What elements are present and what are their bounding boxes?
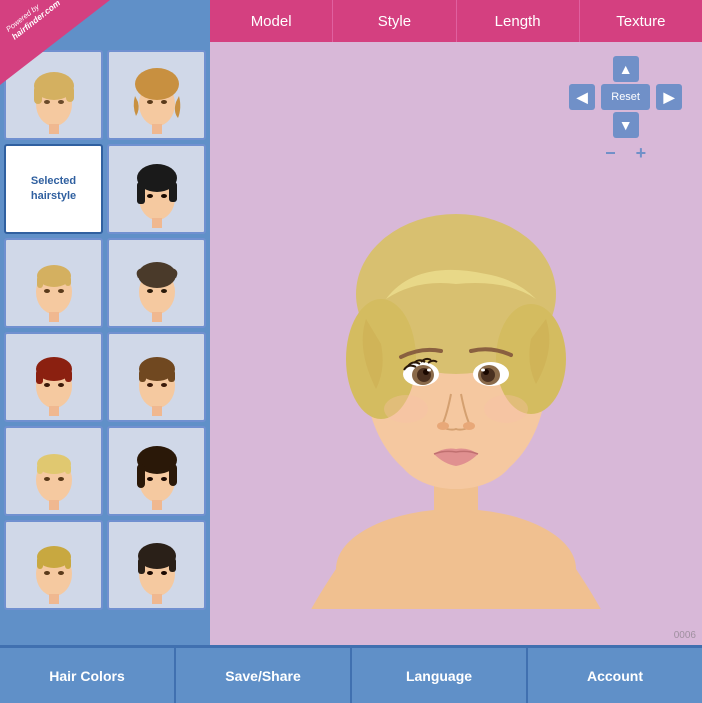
- hairstyle-thumb-3-selected[interactable]: Selected hairstyle: [4, 144, 103, 234]
- hairstyle-thumb-6[interactable]: [107, 238, 206, 328]
- hairstyle-thumb-7[interactable]: [4, 332, 103, 422]
- hairstyle-thumb-4[interactable]: [107, 144, 206, 234]
- reset-button[interactable]: Reset: [601, 84, 650, 110]
- image-number: 0006: [674, 630, 696, 641]
- hair-colors-button[interactable]: Hair Colors: [0, 648, 176, 703]
- selected-label-line2: hairstyle: [31, 189, 76, 204]
- hairstyle-thumb-12[interactable]: [107, 520, 206, 610]
- hairstyle-thumb-10[interactable]: [107, 426, 206, 516]
- zoom-out-button[interactable]: −: [605, 144, 616, 162]
- nav-left-arrow[interactable]: ◀: [569, 84, 595, 110]
- language-button[interactable]: Language: [352, 648, 528, 703]
- hairstyle-thumb-11[interactable]: [4, 520, 103, 610]
- sidebar: Powered by hairfinder.com: [0, 0, 210, 645]
- zoom-in-button[interactable]: +: [636, 144, 647, 162]
- save-share-button[interactable]: Save/Share: [176, 648, 352, 703]
- hairstyle-thumb-8[interactable]: [107, 332, 206, 422]
- hairstyle-thumb-5[interactable]: [4, 238, 103, 328]
- nav-style[interactable]: Style: [333, 0, 456, 42]
- nav-down-arrow[interactable]: ▼: [613, 112, 639, 138]
- top-navigation: Model Style Length Texture: [210, 0, 702, 42]
- nav-model[interactable]: Model: [210, 0, 333, 42]
- nav-length[interactable]: Length: [457, 0, 580, 42]
- account-button[interactable]: Account: [528, 648, 702, 703]
- selected-label-line1: Selected: [31, 174, 76, 189]
- nav-texture[interactable]: Texture: [580, 0, 702, 42]
- hairstyle-thumb-9[interactable]: [4, 426, 103, 516]
- bottom-toolbar: Hair Colors Save/Share Language Account: [0, 645, 702, 703]
- navigation-controls: ▲ ◀ Reset ▶ ▼ − +: [569, 56, 682, 162]
- hairstyle-thumb-2[interactable]: [107, 50, 206, 140]
- nav-right-arrow[interactable]: ▶: [656, 84, 682, 110]
- main-display-area: ▲ ◀ Reset ▶ ▼ − +: [210, 42, 702, 645]
- hairstyle-grid: Selected hairstyle: [0, 46, 210, 614]
- brand-ribbon: Powered by hairfinder.com: [0, 0, 110, 90]
- nav-up-arrow[interactable]: ▲: [613, 56, 639, 82]
